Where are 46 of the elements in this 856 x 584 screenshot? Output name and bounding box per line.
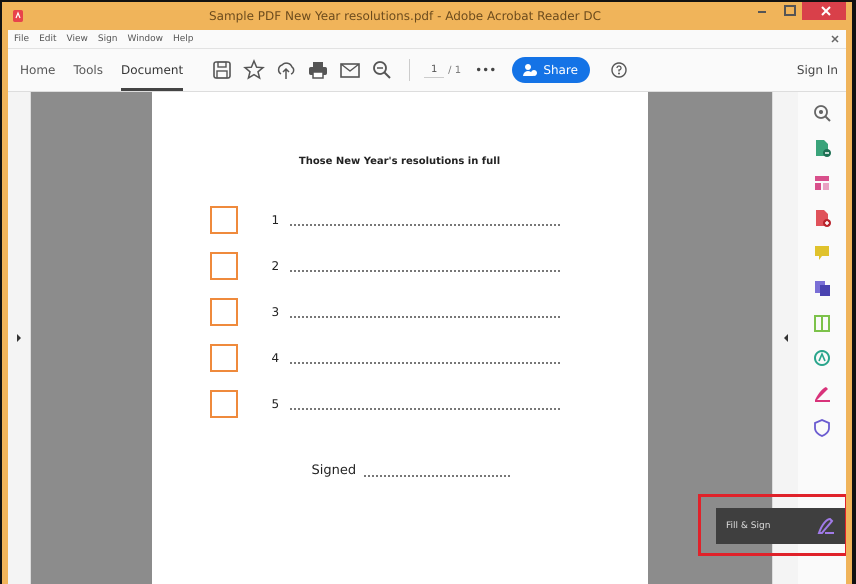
zoom-icon[interactable] [813,104,831,122]
item-number: 1 [272,213,280,227]
menu-item[interactable]: Edit [39,34,56,44]
layout-icon[interactable] [813,174,831,192]
page-count: / 1 [448,64,462,76]
signature-pen-icon[interactable] [816,516,836,536]
menu-item[interactable]: File [14,34,30,44]
badge-icon[interactable] [813,349,831,367]
share-button[interactable]: Share [512,57,590,83]
more-button[interactable]: ••• [475,63,496,77]
document-plus-icon[interactable] [813,209,831,227]
document-add-icon[interactable] [813,139,831,157]
collapse-arrow-icon[interactable] [782,334,788,342]
document-title: Those New Year's resolutions in full [298,156,502,167]
window-title: Sample PDF New Year resolutions.pdf - Adobe Acrobat Reader DC [208,9,602,23]
menu-item[interactable]: Help [173,34,194,44]
menu-item[interactable]: Sign [98,34,118,44]
people-icon [522,63,538,77]
shield-icon[interactable] [813,419,831,437]
checkbox[interactable] [210,298,238,326]
signature-pen-icon[interactable] [813,384,831,402]
tab[interactable]: Tools [73,49,103,91]
menu-item[interactable]: Window [128,34,163,44]
sign-in-link[interactable]: Sign In [796,63,838,77]
search-icon[interactable] [371,59,394,81]
tooltip-label: Fill & Sign [726,521,770,531]
item-number: 5 [272,397,280,411]
signed-label: Signed [312,463,356,478]
tab[interactable]: Home [20,49,56,91]
page-number-field[interactable]: 1 [424,62,444,78]
star-icon[interactable] [243,59,266,81]
app-icon [12,9,24,23]
item-number: 3 [272,305,280,319]
print-icon[interactable] [307,59,330,81]
item-number: 4 [272,351,280,365]
save-icon[interactable] [211,59,234,81]
checkbox[interactable] [210,252,238,280]
menu-item[interactable]: View [66,34,88,44]
documents-icon[interactable] [813,279,831,297]
item-number: 2 [272,259,280,273]
help-icon[interactable] [610,61,628,79]
checkbox[interactable] [210,344,238,372]
checkbox[interactable] [210,390,238,418]
checkbox[interactable] [210,206,238,234]
expand-arrow-icon[interactable] [16,334,22,342]
close-icon[interactable] [830,34,840,44]
